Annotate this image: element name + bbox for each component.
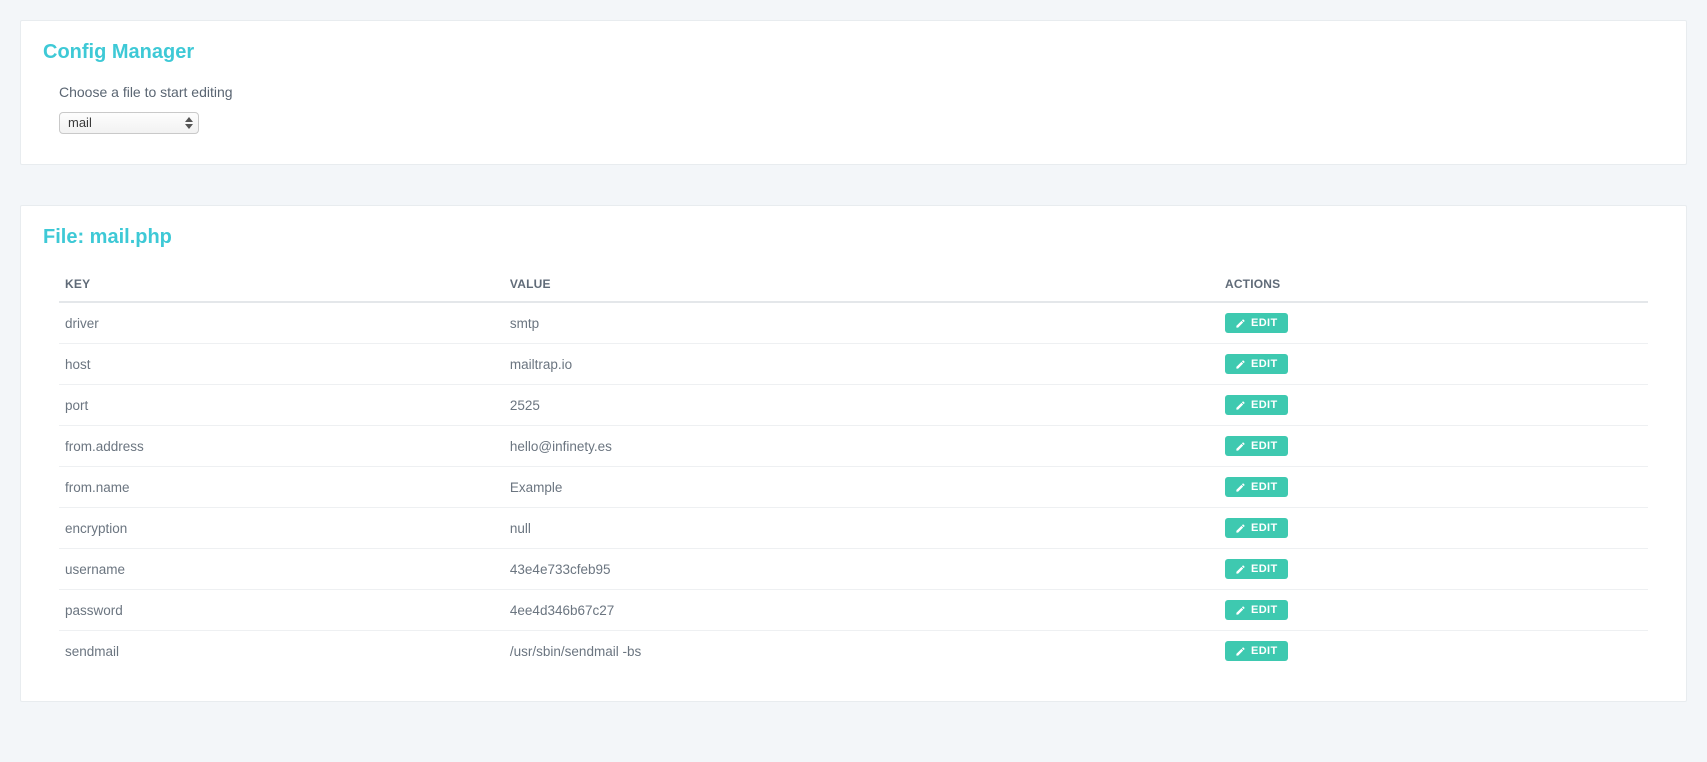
edit-button[interactable]: EDIT: [1225, 477, 1288, 497]
edit-button-label: EDIT: [1251, 317, 1278, 329]
cell-actions: EDIT: [1219, 631, 1648, 672]
cell-actions: EDIT: [1219, 590, 1648, 631]
cell-value: Example: [504, 467, 1219, 508]
cell-key: password: [59, 590, 504, 631]
edit-button-label: EDIT: [1251, 645, 1278, 657]
edit-button[interactable]: EDIT: [1225, 518, 1288, 538]
config-table: KEY VALUE ACTIONS driversmtpEDIThostmail…: [59, 267, 1648, 671]
edit-icon: [1235, 646, 1246, 657]
cell-value: 43e4e733cfeb95: [504, 549, 1219, 590]
edit-button-label: EDIT: [1251, 563, 1278, 575]
cell-key: from.name: [59, 467, 504, 508]
file-select-wrapper: mail: [59, 112, 199, 134]
column-header-key: KEY: [59, 267, 504, 302]
edit-button[interactable]: EDIT: [1225, 313, 1288, 333]
column-header-actions: ACTIONS: [1219, 267, 1648, 302]
config-manager-title: Config Manager: [43, 41, 1664, 64]
cell-value: smtp: [504, 302, 1219, 344]
table-row: driversmtp EDIT: [59, 302, 1648, 344]
edit-icon: [1235, 359, 1246, 370]
edit-button[interactable]: EDIT: [1225, 559, 1288, 579]
file-title: File: mail.php: [21, 206, 1686, 267]
cell-value: 2525: [504, 385, 1219, 426]
cell-value: 4ee4d346b67c27: [504, 590, 1219, 631]
edit-button[interactable]: EDIT: [1225, 436, 1288, 456]
config-manager-body: Choose a file to start editing mail: [21, 84, 1686, 164]
cell-actions: EDIT: [1219, 385, 1648, 426]
cell-actions: EDIT: [1219, 426, 1648, 467]
cell-key: encryption: [59, 508, 504, 549]
edit-button[interactable]: EDIT: [1225, 641, 1288, 661]
cell-value: hello@infinety.es: [504, 426, 1219, 467]
cell-actions: EDIT: [1219, 302, 1648, 344]
cell-key: sendmail: [59, 631, 504, 672]
cell-value: mailtrap.io: [504, 344, 1219, 385]
cell-key: port: [59, 385, 504, 426]
cell-value: /usr/sbin/sendmail -bs: [504, 631, 1219, 672]
table-row: from.nameExample EDIT: [59, 467, 1648, 508]
edit-icon: [1235, 318, 1246, 329]
edit-button-label: EDIT: [1251, 440, 1278, 452]
table-row: hostmailtrap.io EDIT: [59, 344, 1648, 385]
cell-actions: EDIT: [1219, 467, 1648, 508]
file-panel: File: mail.php KEY VALUE ACTIONS drivers…: [20, 205, 1687, 702]
file-select[interactable]: mail: [59, 112, 199, 134]
config-manager-panel: Config Manager Choose a file to start ed…: [20, 20, 1687, 165]
table-row: password4ee4d346b67c27 EDIT: [59, 590, 1648, 631]
edit-icon: [1235, 400, 1246, 411]
cell-actions: EDIT: [1219, 344, 1648, 385]
column-header-value: VALUE: [504, 267, 1219, 302]
file-select-label: Choose a file to start editing: [59, 84, 1648, 100]
cell-key: driver: [59, 302, 504, 344]
edit-button-label: EDIT: [1251, 522, 1278, 534]
edit-icon: [1235, 441, 1246, 452]
cell-actions: EDIT: [1219, 549, 1648, 590]
cell-value: null: [504, 508, 1219, 549]
edit-icon: [1235, 482, 1246, 493]
edit-button-label: EDIT: [1251, 604, 1278, 616]
table-row: sendmail/usr/sbin/sendmail -bs EDIT: [59, 631, 1648, 672]
table-row: port2525 EDIT: [59, 385, 1648, 426]
config-manager-header: Config Manager: [21, 21, 1686, 84]
file-body: KEY VALUE ACTIONS driversmtpEDIThostmail…: [21, 267, 1686, 701]
edit-button-label: EDIT: [1251, 481, 1278, 493]
edit-icon: [1235, 523, 1246, 534]
table-row: from.addresshello@infinety.es EDIT: [59, 426, 1648, 467]
cell-actions: EDIT: [1219, 508, 1648, 549]
edit-icon: [1235, 605, 1246, 616]
cell-key: username: [59, 549, 504, 590]
table-row: encryptionnull EDIT: [59, 508, 1648, 549]
cell-key: host: [59, 344, 504, 385]
edit-icon: [1235, 564, 1246, 575]
table-row: username43e4e733cfeb95 EDIT: [59, 549, 1648, 590]
cell-key: from.address: [59, 426, 504, 467]
table-header-row: KEY VALUE ACTIONS: [59, 267, 1648, 302]
edit-button[interactable]: EDIT: [1225, 395, 1288, 415]
edit-button[interactable]: EDIT: [1225, 600, 1288, 620]
edit-button-label: EDIT: [1251, 358, 1278, 370]
edit-button[interactable]: EDIT: [1225, 354, 1288, 374]
edit-button-label: EDIT: [1251, 399, 1278, 411]
